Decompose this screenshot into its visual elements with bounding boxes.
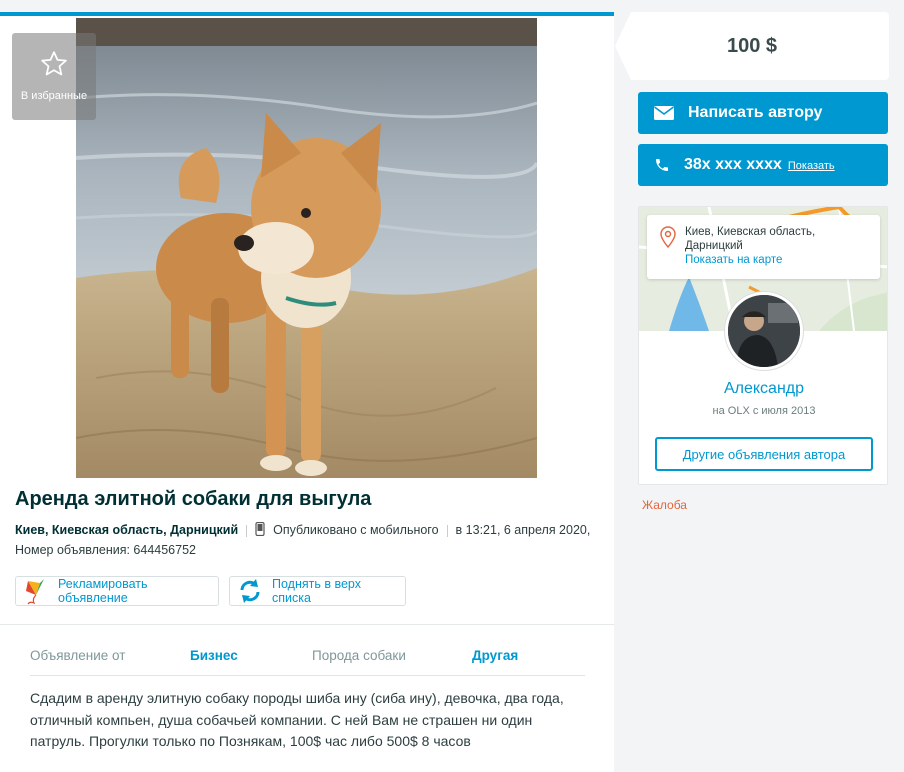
report-link[interactable]: Жалоба xyxy=(642,498,687,512)
param-key: Порода собаки xyxy=(312,648,406,663)
avatar[interactable] xyxy=(725,292,803,370)
meta-divider xyxy=(446,524,448,537)
phone-show-link[interactable]: Показать xyxy=(788,160,835,172)
seller-card: Киев, Киевская область, Дарницкий Показа… xyxy=(638,206,888,485)
published-via: Опубликовано с мобильного xyxy=(273,523,439,537)
map-pin-icon xyxy=(660,226,676,252)
price-tag: 100 $ xyxy=(615,12,889,80)
ad-description: Сдадим в аренду элитную собаку породы ши… xyxy=(30,690,564,749)
favorites-label: В избранные xyxy=(20,90,88,102)
published-at: в 13:21, 6 апреля 2020, xyxy=(455,523,591,537)
raise-ad-button[interactable]: Поднять в верх списка xyxy=(229,576,406,606)
other-ads-button[interactable]: Другие объявления автора xyxy=(655,437,873,471)
ad-location[interactable]: Киев, Киевская область, Дарницкий xyxy=(15,523,238,537)
ad-photo[interactable] xyxy=(76,18,537,478)
ad-number: Номер объявления: 644456752 xyxy=(15,543,196,557)
raise-label: Поднять в верх списка xyxy=(272,577,361,605)
promote-label: Рекламировать объявление xyxy=(58,577,148,605)
param-value[interactable]: Другая xyxy=(472,648,518,663)
ad-meta: Киев, Киевская область, Дарницкий Опублик… xyxy=(15,520,605,560)
ad-main-card: В избранные Аренда элитной собаки для вы… xyxy=(0,12,614,772)
seller-name[interactable]: Александр xyxy=(639,380,887,398)
star-icon xyxy=(41,51,67,76)
meta-divider xyxy=(246,524,248,537)
location-line-1: Киев, Киевская область, xyxy=(685,226,816,238)
seller-since: на OLX с июля 2013 xyxy=(712,405,816,417)
location-box: Киев, Киевская область, Дарницкий Показа… xyxy=(647,215,880,279)
dog-photo-image xyxy=(76,18,537,478)
ad-title: Аренда элитной собаки для выгула xyxy=(15,488,372,510)
mobile-phone-icon xyxy=(255,521,265,537)
kite-icon xyxy=(22,577,50,605)
message-author-label: Написать автору xyxy=(688,104,823,121)
show-phone-button[interactable]: 38x xxx xxxx Показать xyxy=(638,144,888,186)
show-on-map-link[interactable]: Показать на карте xyxy=(685,253,872,267)
promote-ad-button[interactable]: Рекламировать объявление xyxy=(15,576,219,606)
refresh-icon xyxy=(236,577,264,605)
add-to-favorites-button[interactable]: В избранные xyxy=(12,33,96,120)
envelope-icon xyxy=(654,106,674,120)
param-key: Объявление от xyxy=(30,648,126,663)
message-author-button[interactable]: Написать автору xyxy=(638,92,888,134)
param-value[interactable]: Бизнес xyxy=(190,648,238,663)
phone-icon xyxy=(654,157,670,173)
phone-number: 38x xxx xxxx xyxy=(684,156,782,173)
ad-params: Объявление от Бизнес Порода собаки Друга… xyxy=(30,644,585,676)
section-divider xyxy=(0,624,614,625)
location-line-2: Дарницкий xyxy=(685,240,743,252)
